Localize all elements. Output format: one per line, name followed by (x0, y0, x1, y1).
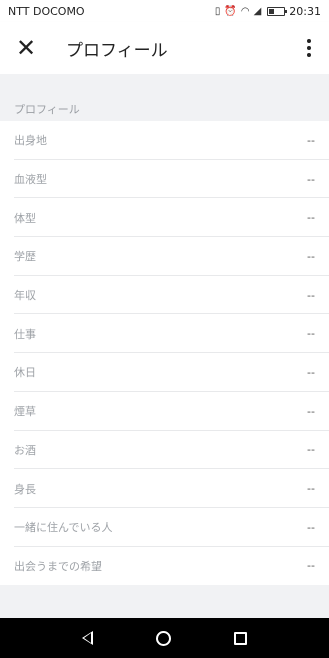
profile-row[interactable]: 休日 -- (0, 353, 329, 392)
status-icons: ▯ ⏰ ◠ ◢ 20:31 (215, 5, 321, 18)
navigation-bar (0, 618, 329, 658)
profile-row[interactable]: 年収 -- (0, 276, 329, 315)
profile-row-label: 学歴 (14, 250, 36, 264)
page-title: プロフィール (66, 40, 168, 61)
close-icon: ✕ (15, 34, 37, 62)
profile-row-label: 仕事 (14, 327, 36, 341)
profile-row-value: -- (307, 288, 315, 302)
carrier-label: NTT DOCOMO (8, 4, 85, 18)
profile-row[interactable]: 煙草 -- (0, 392, 329, 431)
profile-row-label: 出会うまでの希望 (14, 559, 102, 573)
profile-row-label: お酒 (14, 443, 36, 457)
status-time: 20:31 (289, 4, 321, 18)
profile-row-value: -- (307, 211, 315, 225)
alarm-icon: ⏰ (224, 5, 237, 17)
profile-row-label: 一緒に住んでいる人 (14, 521, 113, 535)
profile-row[interactable]: 血液型 -- (0, 160, 329, 199)
profile-row-label: 身長 (14, 482, 36, 496)
profile-row-value: -- (307, 327, 315, 341)
app-bar: ✕ プロフィール (0, 22, 329, 74)
profile-row[interactable]: 一緒に住んでいる人 -- (0, 508, 329, 547)
profile-row-value: -- (307, 520, 315, 534)
profile-row-value: -- (307, 404, 315, 418)
more-vert-icon (307, 39, 311, 43)
home-icon[interactable] (155, 630, 171, 646)
profile-row-value: -- (307, 133, 315, 147)
vibrate-icon: ▯ (214, 5, 221, 17)
profile-row-label: 体型 (14, 211, 36, 225)
profile-row[interactable]: 学歴 -- (0, 237, 329, 276)
more-options-button[interactable] (289, 22, 329, 74)
profile-row[interactable]: 身長 -- (0, 469, 329, 508)
profile-row-label: 出身地 (14, 134, 47, 148)
signal-icon: ◢ (253, 5, 262, 17)
profile-row-label: 血液型 (14, 173, 47, 187)
profile-row-label: 年収 (14, 289, 36, 303)
profile-row[interactable]: 出身地 -- (0, 121, 329, 160)
back-icon[interactable] (81, 631, 93, 645)
profile-row[interactable]: 仕事 -- (0, 314, 329, 353)
profile-content: プロフィール 出身地 -- 血液型 -- 体型 -- 学歴 -- 年収 -- 仕事 -- 休日 -- 煙草 -… (0, 74, 329, 586)
wifi-icon: ◠ (240, 5, 250, 17)
profile-row-value: -- (307, 443, 315, 457)
profile-row-value: -- (307, 365, 315, 379)
recent-apps-icon[interactable] (234, 631, 248, 645)
section-header: プロフィール (0, 74, 329, 121)
profile-row-value: -- (307, 172, 315, 186)
profile-row-value: -- (307, 249, 315, 263)
profile-row[interactable]: お酒 -- (0, 431, 329, 470)
profile-row-label: 休日 (14, 366, 36, 380)
profile-row[interactable]: 体型 -- (0, 198, 329, 237)
status-bar: NTT DOCOMO ▯ ⏰ ◠ ◢ 20:31 (0, 0, 329, 22)
profile-list: 出身地 -- 血液型 -- 体型 -- 学歴 -- 年収 -- 仕事 -- 休日 -- 煙草 -- お酒 -- 身長… (0, 121, 329, 586)
close-button[interactable]: ✕ (0, 22, 52, 74)
profile-row-label: 煙草 (14, 405, 36, 419)
battery-icon (267, 6, 288, 16)
profile-row-value: -- (307, 482, 315, 496)
profile-row-value: -- (307, 559, 315, 573)
profile-row[interactable]: 出会うまでの希望 -- (0, 547, 329, 586)
